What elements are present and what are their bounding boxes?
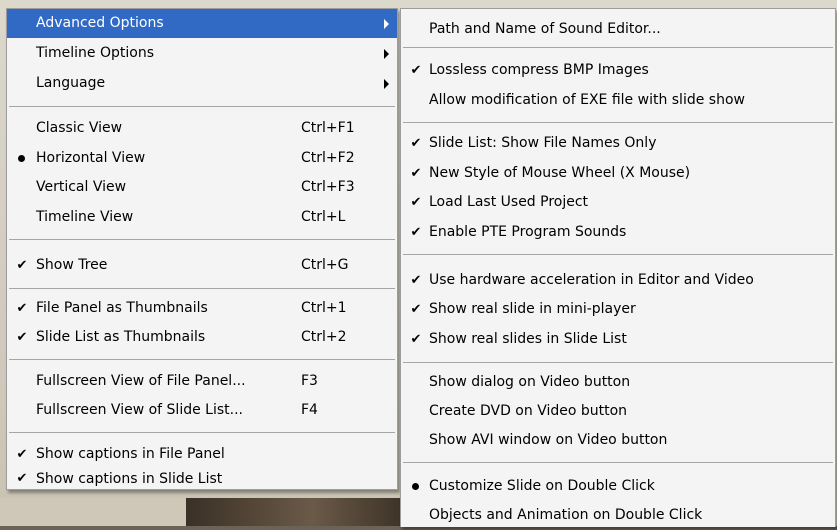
menu-item-label: Show real slide in mini-player: [429, 301, 636, 317]
menu-item-shortcut: Ctrl+F1: [301, 120, 355, 136]
menu-item-label: Enable PTE Program Sounds: [429, 224, 627, 240]
menu-item-real-slides-slide-list[interactable]: ✔ Show real slides in Slide List: [401, 325, 835, 354]
menu-item-label: Fullscreen View of File Panel...: [36, 373, 246, 389]
menu-item-timeline-view[interactable]: Timeline View Ctrl+L: [7, 203, 397, 232]
checkmark-icon: ✔: [410, 273, 422, 288]
menu-item-label: Path and Name of Sound Editor...: [429, 21, 661, 37]
checkmark-icon: ✔: [410, 63, 422, 78]
menu-item-horizontal-view[interactable]: Horizontal View Ctrl+F2: [7, 144, 397, 173]
radio-bullet-icon: [412, 483, 419, 490]
menu-item-enable-program-sounds[interactable]: ✔ Enable PTE Program Sounds: [401, 218, 835, 247]
menu-item-allow-exe-modification[interactable]: Allow modification of EXE file with slid…: [401, 86, 835, 115]
checkmark-icon: ✔: [16, 301, 28, 316]
view-menu: Advanced Options Timeline Options Langua…: [6, 8, 398, 490]
menu-item-label: Show captions in Slide List: [36, 471, 223, 487]
menu-item-shortcut: Ctrl+L: [301, 209, 346, 225]
submenu-arrow-icon: [384, 79, 389, 89]
menu-item-shortcut: Ctrl+2: [301, 329, 347, 345]
checkmark-icon: ✔: [16, 258, 28, 273]
menu-item-captions-slide-list[interactable]: ✔ Show captions in Slide List: [7, 469, 397, 489]
checkmark-icon: ✔: [410, 302, 422, 317]
menu-separator: [403, 47, 833, 48]
menu-item-captions-file-panel[interactable]: ✔ Show captions in File Panel: [7, 440, 397, 469]
menu-item-hardware-acceleration[interactable]: ✔ Use hardware acceleration in Editor an…: [401, 266, 835, 295]
checkmark-icon: ✔: [410, 136, 422, 151]
menu-item-shortcut: Ctrl+1: [301, 300, 347, 316]
menu-item-label: Vertical View: [36, 179, 127, 195]
menu-item-sound-editor-path[interactable]: Path and Name of Sound Editor...: [401, 15, 835, 44]
checkmark-icon: ✔: [410, 195, 422, 210]
submenu-arrow-icon: [384, 19, 389, 29]
menu-item-vertical-view[interactable]: Vertical View Ctrl+F3: [7, 173, 397, 202]
menu-item-shortcut: F4: [301, 402, 318, 418]
menu-item-advanced-options[interactable]: Advanced Options: [7, 9, 397, 38]
menu-item-label: Horizontal View: [36, 150, 146, 166]
menu-item-label: Show AVI window on Video button: [429, 432, 668, 448]
menu-separator: [9, 239, 395, 240]
advanced-options-submenu: Path and Name of Sound Editor... ✔ Lossl…: [400, 8, 836, 527]
menu-item-avi-window-video-button[interactable]: Show AVI window on Video button: [401, 426, 835, 455]
menu-item-label: Slide List as Thumbnails: [36, 329, 206, 345]
menu-item-classic-view[interactable]: Classic View Ctrl+F1: [7, 114, 397, 143]
menu-item-slide-list-thumbnails[interactable]: ✔ Slide List as Thumbnails Ctrl+2: [7, 323, 397, 352]
menu-item-label: Classic View: [36, 120, 123, 136]
menu-item-label: Create DVD on Video button: [429, 403, 628, 419]
menu-separator: [9, 288, 395, 289]
menu-item-label: File Panel as Thumbnails: [36, 300, 208, 316]
menu-item-label: Load Last Used Project: [429, 194, 589, 210]
menu-item-language[interactable]: Language: [7, 69, 397, 98]
menu-item-label: Customize Slide on Double Click: [429, 478, 655, 494]
menu-separator: [9, 106, 395, 107]
menu-item-label: Slide List: Show File Names Only: [429, 135, 657, 151]
checkmark-icon: ✔: [16, 471, 28, 486]
checkmark-icon: ✔: [410, 166, 422, 181]
menu-item-label: Show dialog on Video button: [429, 374, 631, 390]
menu-item-label: Show real slides in Slide List: [429, 331, 627, 347]
menu-item-objects-animation-double-click[interactable]: Objects and Animation on Double Click: [401, 501, 835, 527]
menu-item-label: Show Tree: [36, 257, 108, 273]
menu-item-file-panel-thumbnails[interactable]: ✔ File Panel as Thumbnails Ctrl+1: [7, 294, 397, 323]
menu-item-shortcut: F3: [301, 373, 318, 389]
menu-item-label: Show captions in File Panel: [36, 446, 225, 462]
menu-item-create-dvd-video-button[interactable]: Create DVD on Video button: [401, 397, 835, 426]
menu-item-label: Timeline Options: [36, 45, 154, 61]
menu-item-label: Allow modification of EXE file with slid…: [429, 92, 745, 108]
checkmark-icon: ✔: [410, 332, 422, 347]
menu-item-label: Timeline View: [36, 209, 134, 225]
checkmark-icon: ✔: [410, 225, 422, 240]
menu-item-shortcut: Ctrl+F3: [301, 179, 355, 195]
checkmark-icon: ✔: [16, 330, 28, 345]
menu-item-label: Fullscreen View of Slide List...: [36, 402, 243, 418]
menu-item-label: Lossless compress BMP Images: [429, 62, 649, 78]
menu-item-dialog-video-button[interactable]: Show dialog on Video button: [401, 368, 835, 397]
menu-item-show-tree[interactable]: ✔ Show Tree Ctrl+G: [7, 251, 397, 280]
menu-item-label: New Style of Mouse Wheel (X Mouse): [429, 165, 691, 181]
menu-item-label: Advanced Options: [36, 15, 164, 31]
menu-item-shortcut: Ctrl+F2: [301, 150, 355, 166]
menu-item-real-slide-mini-player[interactable]: ✔ Show real slide in mini-player: [401, 295, 835, 324]
menu-item-fullscreen-slide-list[interactable]: Fullscreen View of Slide List... F4: [7, 396, 397, 425]
menu-item-timeline-options[interactable]: Timeline Options: [7, 39, 397, 68]
menu-separator: [9, 432, 395, 433]
menu-item-label: Language: [36, 75, 106, 91]
menu-item-shortcut: Ctrl+G: [301, 257, 349, 273]
menu-item-fullscreen-file-panel[interactable]: Fullscreen View of File Panel... F3: [7, 367, 397, 396]
menu-item-customize-slide-double-click[interactable]: Customize Slide on Double Click: [401, 472, 835, 501]
menu-item-mouse-wheel-style[interactable]: ✔ New Style of Mouse Wheel (X Mouse): [401, 159, 835, 188]
radio-bullet-icon: [18, 155, 25, 162]
menu-separator: [403, 462, 833, 463]
menu-separator: [403, 362, 833, 363]
submenu-arrow-icon: [384, 49, 389, 59]
menu-item-lossless-bmp[interactable]: ✔ Lossless compress BMP Images: [401, 56, 835, 85]
menu-item-slide-list-file-names[interactable]: ✔ Slide List: Show File Names Only: [401, 129, 835, 158]
menu-separator: [403, 122, 833, 123]
menu-item-label: Use hardware acceleration in Editor and …: [429, 272, 754, 288]
menu-separator: [403, 254, 833, 255]
checkmark-icon: ✔: [16, 447, 28, 462]
menu-item-load-last-project[interactable]: ✔ Load Last Used Project: [401, 188, 835, 217]
menu-separator: [9, 359, 395, 360]
